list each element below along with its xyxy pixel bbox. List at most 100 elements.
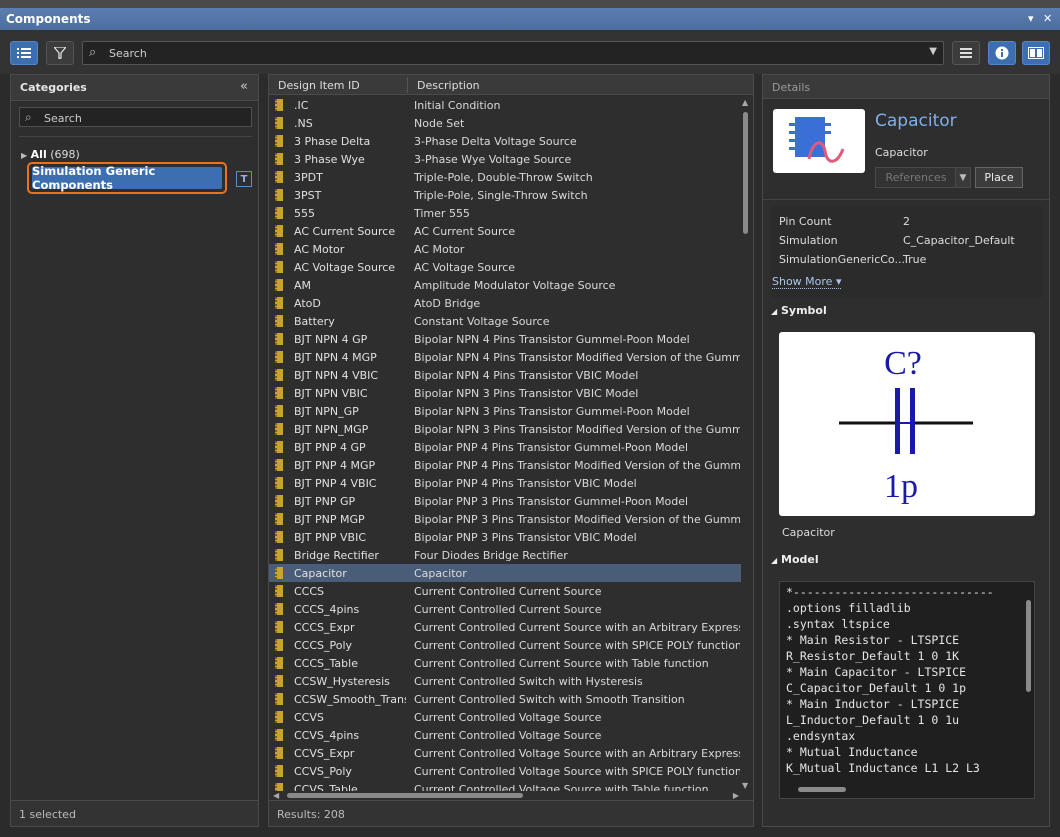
scrollbar-thumb[interactable] bbox=[743, 112, 748, 234]
references-dropdown-icon[interactable]: ▼ bbox=[955, 167, 971, 188]
hamburger-icon bbox=[960, 48, 972, 58]
references-button[interactable]: References bbox=[875, 167, 957, 188]
category-search-input[interactable]: ⌕ Search bbox=[19, 107, 252, 127]
vertical-scrollbar[interactable]: ▲ ▼ bbox=[741, 96, 751, 792]
table-row[interactable]: CCVS_Table Current Controlled Voltage Sou… bbox=[269, 780, 741, 791]
table-row[interactable]: BJT PNP MGP Bipolar PNP 3 Pins Transistor… bbox=[269, 510, 741, 528]
split-view-button[interactable] bbox=[1022, 41, 1050, 65]
table-row[interactable]: BJT NPN 4 VBIC Bipolar NPN 4 Pins Transis… bbox=[269, 366, 741, 384]
component-list-panel: Design Item ID Description .IC Initial Co… bbox=[268, 74, 754, 827]
design-item-id: AM bbox=[294, 279, 312, 292]
table-row[interactable]: AM Amplitude Modulator Voltage Source bbox=[269, 276, 741, 294]
design-item-id: BJT NPN_GP bbox=[294, 405, 359, 418]
table-row[interactable]: CCCS_4pins Current Controlled Current Sou… bbox=[269, 600, 741, 618]
table-row[interactable]: BJT PNP 4 VBIC Bipolar PNP 4 Pins Transis… bbox=[269, 474, 741, 492]
scroll-down-icon[interactable]: ▼ bbox=[742, 781, 748, 790]
table-row[interactable]: BJT PNP 4 MGP Bipolar PNP 4 Pins Transist… bbox=[269, 456, 741, 474]
table-row[interactable]: CCSW_Smooth_Trans Current Controlled Swit… bbox=[269, 690, 741, 708]
table-row[interactable]: CCVS_4pins Current Controlled Voltage Sou… bbox=[269, 726, 741, 744]
expand-arrow-icon[interactable]: ▶ bbox=[21, 151, 27, 160]
design-item-id: BJT PNP VBIC bbox=[294, 531, 366, 544]
text-badge-icon[interactable]: T bbox=[236, 171, 252, 187]
results-count: Results: 208 bbox=[277, 808, 345, 821]
column-divider[interactable] bbox=[407, 77, 408, 93]
place-button[interactable]: Place bbox=[975, 167, 1023, 188]
design-item-id: CCCS_Poly bbox=[294, 639, 353, 652]
table-row[interactable]: AC Voltage Source AC Voltage Source bbox=[269, 258, 741, 276]
table-row[interactable]: CCVS_Expr Current Controlled Voltage Sour… bbox=[269, 744, 741, 762]
table-row[interactable]: BJT NPN VBIC Bipolar NPN 3 Pins Transisto… bbox=[269, 384, 741, 402]
table-row[interactable]: AtoD AtoD Bridge bbox=[269, 294, 741, 312]
table-row[interactable]: 3PST Triple-Pole, Single-Throw Switch bbox=[269, 186, 741, 204]
show-more-link[interactable]: Show More ▾ bbox=[772, 275, 842, 289]
pin-dropdown-icon[interactable]: ▾ bbox=[1028, 12, 1034, 25]
scroll-left-icon[interactable]: ◀ bbox=[273, 791, 279, 800]
scrollbar-thumb[interactable] bbox=[287, 793, 523, 798]
item-description: 3-Phase Wye Voltage Source bbox=[414, 153, 572, 166]
model-horizontal-scrollbar[interactable] bbox=[798, 787, 846, 792]
table-row[interactable]: 3PDT Triple-Pole, Double-Throw Switch bbox=[269, 168, 741, 186]
table-row[interactable]: Battery Constant Voltage Source bbox=[269, 312, 741, 330]
prop-key: Pin Count bbox=[779, 215, 832, 228]
close-icon[interactable]: ✕ bbox=[1043, 12, 1052, 25]
table-row[interactable]: Bridge Rectifier Four Diodes Bridge Recti… bbox=[269, 546, 741, 564]
search-input[interactable]: ⌕ Search ▼ bbox=[82, 41, 944, 65]
details-title: Details bbox=[772, 81, 811, 94]
column-header-id[interactable]: Design Item ID bbox=[278, 79, 360, 92]
menu-button[interactable] bbox=[952, 41, 980, 65]
model-text-area[interactable]: *----------------------------- .options … bbox=[779, 581, 1035, 799]
table-row[interactable]: AC Motor AC Motor bbox=[269, 240, 741, 258]
table-row[interactable]: BJT PNP GP Bipolar PNP 3 Pins Transistor … bbox=[269, 492, 741, 510]
table-row[interactable]: CCCS Current Controlled Current Source bbox=[269, 582, 741, 600]
panel-layout-icon bbox=[1028, 47, 1044, 59]
model-vertical-scrollbar[interactable] bbox=[1026, 600, 1031, 692]
table-row[interactable]: BJT PNP 4 GP Bipolar PNP 4 Pins Transisto… bbox=[269, 438, 741, 456]
table-row[interactable]: BJT NPN 4 GP Bipolar NPN 4 Pins Transisto… bbox=[269, 330, 741, 348]
table-row[interactable]: .IC Initial Condition bbox=[269, 96, 741, 114]
table-row[interactable]: CCCS_Poly Current Controlled Current Sour… bbox=[269, 636, 741, 654]
symbol-value: 1p bbox=[884, 468, 918, 505]
design-item-id: AC Voltage Source bbox=[294, 261, 396, 274]
design-item-id: CCCS bbox=[294, 585, 325, 598]
design-item-id: CCVS_Expr bbox=[294, 747, 355, 760]
symbol-section-header[interactable]: ◢ Symbol bbox=[771, 304, 827, 317]
category-all[interactable]: ▶ All (698) bbox=[21, 148, 80, 161]
table-row[interactable]: 555 Timer 555 bbox=[269, 204, 741, 222]
selection-status: 1 selected bbox=[19, 808, 76, 821]
model-section-header[interactable]: ◢ Model bbox=[771, 553, 819, 566]
search-icon: ⌕ bbox=[89, 45, 97, 60]
table-row[interactable]: BJT NPN 4 MGP Bipolar NPN 4 Pins Transist… bbox=[269, 348, 741, 366]
table-row[interactable]: BJT NPN_MGP Bipolar NPN 3 Pins Transistor… bbox=[269, 420, 741, 438]
table-row[interactable]: 3 Phase Wye 3-Phase Wye Voltage Source bbox=[269, 150, 741, 168]
scroll-right-icon[interactable]: ▶ bbox=[733, 791, 739, 800]
component-icon bbox=[275, 747, 283, 759]
table-row[interactable]: CCSW_Hysteresis Current Controlled Switch… bbox=[269, 672, 741, 690]
table-row[interactable]: CCCS_Table Current Controlled Current Sou… bbox=[269, 654, 741, 672]
search-icon: ⌕ bbox=[25, 110, 32, 124]
category-simulation-generic[interactable]: Simulation Generic Components bbox=[27, 162, 227, 194]
table-row[interactable]: CCVS Current Controlled Voltage Source bbox=[269, 708, 741, 726]
item-description: Bipolar NPN 3 Pins Transistor VBIC Model bbox=[414, 387, 639, 400]
scroll-up-icon[interactable]: ▲ bbox=[742, 98, 748, 107]
column-header-description[interactable]: Description bbox=[417, 79, 480, 92]
collapse-arrow-icon: ◢ bbox=[771, 307, 778, 316]
table-row[interactable]: BJT NPN_GP Bipolar NPN 3 Pins Transistor … bbox=[269, 402, 741, 420]
filter-button[interactable] bbox=[46, 41, 74, 65]
info-button[interactable] bbox=[988, 41, 1016, 65]
table-row[interactable]: CCCS_Expr Current Controlled Current Sour… bbox=[269, 618, 741, 636]
item-description: Bipolar PNP 4 Pins Transistor Modified V… bbox=[414, 459, 740, 472]
table-row[interactable]: .NS Node Set bbox=[269, 114, 741, 132]
table-row[interactable]: Capacitor Capacitor bbox=[269, 564, 741, 582]
table-row[interactable]: 3 Phase Delta 3-Phase Delta Voltage Sourc… bbox=[269, 132, 741, 150]
component-icon bbox=[275, 333, 283, 345]
collapse-icon[interactable]: « bbox=[240, 79, 248, 94]
search-dropdown-icon[interactable]: ▼ bbox=[929, 46, 937, 57]
table-row[interactable]: CCVS_Poly Current Controlled Voltage Sour… bbox=[269, 762, 741, 780]
table-row[interactable]: AC Current Source AC Current Source bbox=[269, 222, 741, 240]
list-view-button[interactable] bbox=[10, 41, 38, 65]
design-item-id: AC Motor bbox=[294, 243, 345, 256]
design-item-id: 555 bbox=[294, 207, 315, 220]
table-row[interactable]: BJT PNP VBIC Bipolar PNP 3 Pins Transisto… bbox=[269, 528, 741, 546]
component-icon bbox=[275, 693, 283, 705]
component-icon bbox=[275, 459, 283, 471]
